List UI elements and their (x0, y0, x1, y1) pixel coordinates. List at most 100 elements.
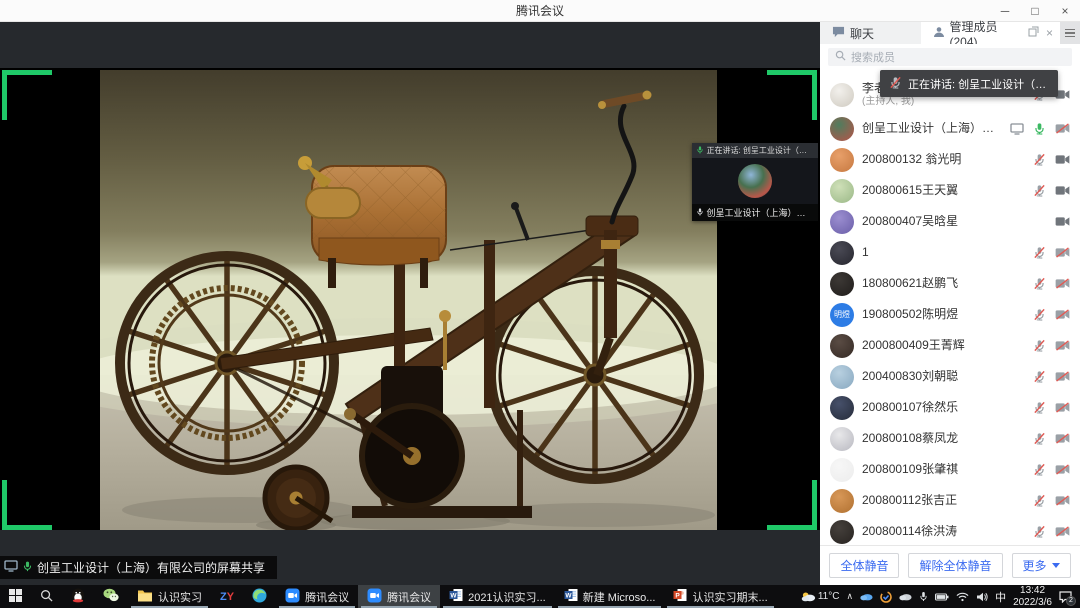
member-row[interactable]: 2000800409王菁辉 (820, 330, 1080, 361)
windows-taskbar: 认识实习ZY腾讯会议腾讯会议W2021认识实习...W新建 Microso...… (0, 585, 1080, 608)
camera-off-icon[interactable] (1055, 278, 1070, 289)
taskbar-app-qq[interactable] (62, 585, 94, 608)
avatar (830, 272, 854, 296)
wifi-icon[interactable] (956, 592, 969, 602)
camera-off-icon[interactable] (1055, 247, 1070, 258)
mic-muted-icon[interactable] (1033, 277, 1046, 290)
taskbar-clock[interactable]: 13:422022/3/6 (1013, 585, 1052, 608)
svg-text:W: W (451, 592, 458, 599)
taskbar-app-ppt[interactable]: P认识实习期末... (664, 585, 776, 608)
close-button[interactable]: × (1050, 0, 1080, 21)
member-row[interactable]: 200800112张吉正 (820, 485, 1080, 516)
maximize-button[interactable]: □ (1020, 0, 1050, 21)
mic-muted-icon[interactable] (1033, 339, 1046, 352)
camera-off-icon[interactable] (1055, 371, 1070, 382)
taskbar-app-meeting[interactable]: 腾讯会议 (358, 585, 440, 608)
mic-muted-icon[interactable] (1033, 525, 1046, 538)
microphone-tray-icon[interactable] (919, 591, 928, 602)
mic-muted-icon[interactable] (1033, 463, 1046, 476)
camera-off-icon[interactable] (1055, 402, 1070, 413)
person-icon (933, 26, 945, 41)
member-row[interactable]: 200800109张肇祺 (820, 454, 1080, 485)
popout-panel-icon[interactable] (1028, 26, 1039, 40)
search-icon (40, 589, 53, 605)
cloud-drive-icon[interactable] (899, 592, 912, 601)
mic-muted-icon[interactable] (1033, 432, 1046, 445)
mic-muted-icon[interactable] (1033, 494, 1046, 507)
notification-center-icon[interactable]: 2 (1059, 591, 1072, 603)
avatar (830, 489, 854, 513)
window-titlebar: 腾讯会议 ─ □ × (0, 0, 1080, 22)
camera-off-icon[interactable] (1055, 526, 1070, 537)
mic-muted-icon[interactable] (1033, 370, 1046, 383)
member-row[interactable]: 200800615王天翼 (820, 175, 1080, 206)
screen-share-icon (1010, 123, 1024, 135)
mic-active-icon (22, 560, 33, 575)
share-region-corner-bottom-right (767, 480, 817, 530)
mute-all-button[interactable]: 全体静音 (829, 553, 899, 578)
taskbar-app-win[interactable] (0, 585, 31, 608)
mic-muted-icon[interactable] (1033, 184, 1046, 197)
member-name: 200800615王天翼 (862, 184, 958, 198)
member-row[interactable]: 180800621赵鹏飞 (820, 268, 1080, 299)
minimize-button[interactable]: ─ (990, 0, 1020, 21)
camera-icon[interactable] (1055, 216, 1070, 227)
taskbar-app-zy[interactable]: ZY (211, 585, 243, 608)
word-icon: W (564, 588, 578, 605)
speaker-video-thumbnail[interactable]: 正在讲话: 创呈工业设计（上海... 创呈工业设计（上海）有限... (692, 143, 818, 221)
mic-muted-icon[interactable] (1033, 401, 1046, 414)
taskbar-app-search[interactable] (31, 585, 62, 608)
hidden-icons-chevron[interactable]: ∧ (846, 591, 853, 602)
member-row[interactable]: 1 (820, 237, 1080, 268)
close-panel-icon[interactable]: × (1046, 26, 1053, 40)
member-role: (主持人, 我) (862, 96, 914, 108)
camera-off-icon[interactable] (1055, 123, 1070, 134)
taskbar-app-edge[interactable] (243, 585, 276, 608)
taskbar-app-word[interactable]: W新建 Microso... (555, 585, 665, 608)
panel-menu-icon[interactable] (1060, 22, 1080, 44)
avatar (830, 117, 854, 141)
mic-muted-icon[interactable] (1033, 246, 1046, 259)
member-name: 创呈工业设计（上海）有限公司 (862, 122, 1002, 136)
member-row[interactable]: 明煜 190800502陈明煜 (820, 299, 1080, 330)
mic-muted-icon[interactable] (1033, 308, 1046, 321)
tab-chat[interactable]: 聊天 (820, 22, 921, 44)
taskbar-app-word[interactable]: W2021认识实习... (440, 585, 555, 608)
camera-off-icon[interactable] (1055, 464, 1070, 475)
weather-icon[interactable]: 11°C (801, 591, 840, 602)
member-name: 200800108蔡凤龙 (862, 432, 958, 446)
member-row[interactable]: 创呈工业设计（上海）有限公司 (820, 113, 1080, 144)
camera-icon[interactable] (1055, 185, 1070, 196)
thumbnail-video-area (692, 158, 818, 204)
taskbar-app-folder[interactable]: 认识实习 (128, 585, 211, 608)
taskbar-app-wechat[interactable] (94, 585, 128, 608)
member-row[interactable]: 200400830刘朝聪 (820, 361, 1080, 392)
mic-muted-icon[interactable] (1033, 153, 1046, 166)
member-row[interactable]: 200800407吴晗星 (820, 206, 1080, 237)
camera-off-icon[interactable] (1055, 309, 1070, 320)
battery-icon[interactable] (935, 593, 949, 601)
member-row[interactable]: 200800107徐然乐 (820, 392, 1080, 423)
camera-off-icon[interactable] (1055, 433, 1070, 444)
speaker-icon[interactable] (976, 592, 988, 602)
taskbar-app-meeting[interactable]: 腾讯会议 (276, 585, 358, 608)
member-row[interactable]: 200800108蔡凤龙 (820, 423, 1080, 454)
member-name: 200800109张肇祺 (862, 463, 958, 477)
member-row[interactable]: 200800132 翁光明 (820, 144, 1080, 175)
more-button[interactable]: 更多 (1012, 553, 1071, 578)
unmute-all-button[interactable]: 解除全体静音 (908, 553, 1002, 578)
ime-indicator[interactable]: 中 (995, 589, 1006, 605)
tab-manage-members[interactable]: 管理成员(204) (921, 22, 1022, 44)
mic-active-icon[interactable] (1033, 122, 1046, 135)
meeting-icon (285, 588, 300, 606)
wechat-icon (103, 588, 119, 605)
camera-off-icon[interactable] (1055, 340, 1070, 351)
security-check-icon[interactable] (880, 591, 892, 603)
search-input[interactable]: 搜索成员 (828, 48, 1072, 66)
camera-icon[interactable] (1055, 154, 1070, 165)
system-tray: 11°C ∧ 中 13:422022/3/6 2 (793, 585, 1080, 608)
avatar (830, 148, 854, 172)
camera-off-icon[interactable] (1055, 495, 1070, 506)
cloud-sync-icon[interactable] (860, 592, 873, 601)
member-row[interactable]: 200800114徐洪涛 (820, 516, 1080, 545)
